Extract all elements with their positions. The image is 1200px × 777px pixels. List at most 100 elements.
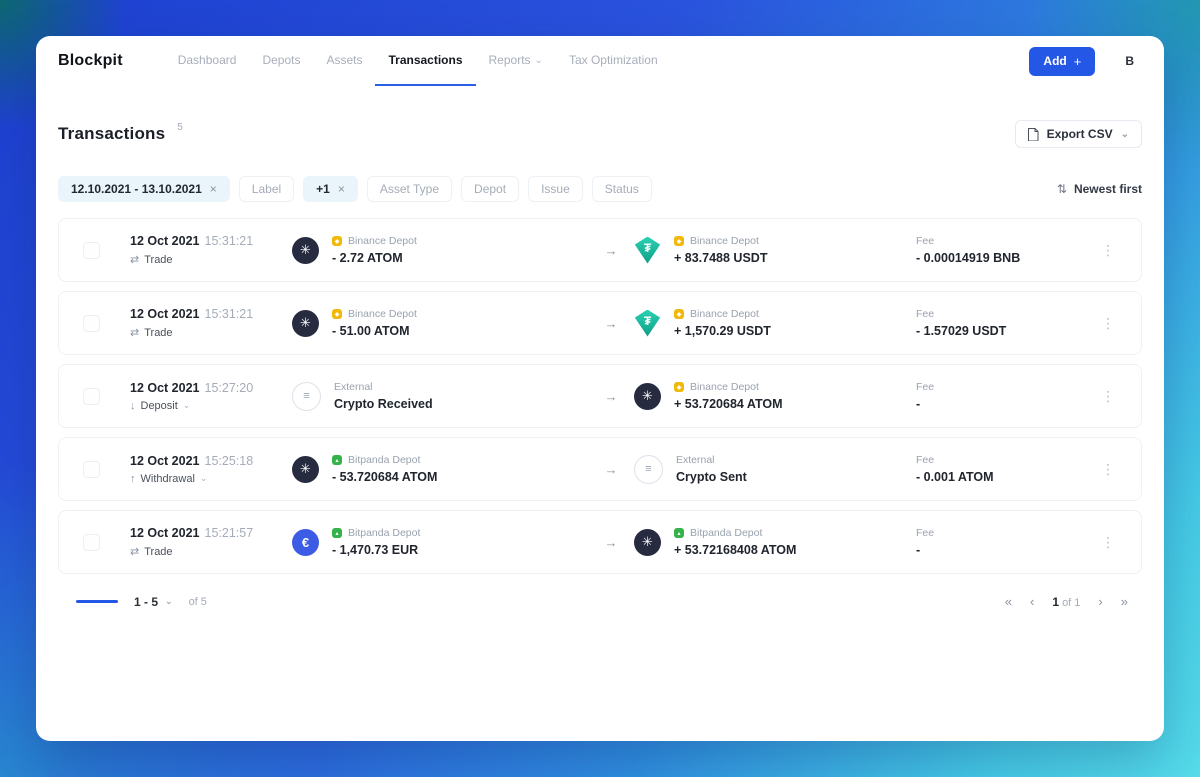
destination-amount: + 83.7488 USDT bbox=[674, 251, 767, 265]
transaction-type-label[interactable]: ⇄ Trade bbox=[130, 253, 292, 266]
filter-chip-plus-one[interactable]: +1× bbox=[303, 176, 358, 202]
transaction-type-label[interactable]: ⇄Trade bbox=[130, 326, 292, 339]
kebab-menu-icon[interactable]: ⋮ bbox=[1099, 238, 1117, 263]
fee-column: Fee - 0.00014919 BNB bbox=[916, 235, 1099, 265]
row-checkbox[interactable] bbox=[83, 461, 100, 478]
source-depot-icon bbox=[332, 236, 342, 246]
fee-value: - 0.001 ATOM bbox=[916, 470, 1099, 484]
chip-label: 12.10.2021 - 13.10.2021 bbox=[71, 182, 202, 196]
desktop-background: { "colors":{"accent":"#2457e6","active_c… bbox=[0, 0, 1200, 777]
kebab-menu-icon[interactable]: ⋮ bbox=[1099, 530, 1117, 555]
transaction-date: 12 Oct 2021 bbox=[130, 381, 200, 395]
title-row: Transactions 5 Export CSV ⌄ bbox=[58, 120, 1142, 148]
sort-button[interactable]: ⇅Newest first bbox=[1057, 182, 1142, 196]
filter-chip-depot[interactable]: Depot bbox=[461, 176, 519, 202]
transaction-type-icon: ↑ bbox=[130, 473, 136, 485]
last-page-button[interactable]: » bbox=[1121, 594, 1128, 609]
destination-depot-name: Binance Depot bbox=[690, 235, 759, 247]
transaction-type-text: Trade bbox=[144, 546, 172, 558]
page-of-label: of 1 bbox=[1062, 597, 1080, 609]
next-page-button[interactable]: › bbox=[1098, 594, 1102, 609]
page-range-label: 1 - 5 bbox=[134, 595, 158, 609]
nav-item-depots[interactable]: Depots bbox=[249, 36, 313, 86]
fee-column: Fee - 0.001 ATOM bbox=[916, 454, 1099, 484]
chip-label: Depot bbox=[474, 182, 506, 196]
row-checkbox[interactable] bbox=[83, 242, 100, 259]
fee-column: Fee - 1.57029 USDT bbox=[916, 308, 1099, 338]
nav-item-transactions[interactable]: Transactions bbox=[375, 36, 475, 86]
transaction-type-label[interactable]: ↓Deposit⌄ bbox=[130, 400, 292, 412]
destination-amount: Crypto Sent bbox=[676, 470, 747, 484]
transaction-row[interactable]: 12 Oct 2021 15:21:57 ⇄Trade € Bitpanda De… bbox=[58, 510, 1142, 574]
add-button-label: Add bbox=[1043, 54, 1066, 68]
date-column: 12 Oct 202115:31:21 ⇄Trade bbox=[130, 307, 292, 339]
source-amount: Crypto Received bbox=[334, 397, 433, 411]
source-depot-name: Binance Depot bbox=[348, 235, 417, 247]
transaction-row[interactable]: 12 Oct 202115:31:21 ⇄Trade ✳ Binance Dep… bbox=[58, 291, 1142, 355]
page-title: Transactions bbox=[58, 124, 165, 144]
kebab-menu-icon[interactable]: ⋮ bbox=[1099, 457, 1117, 482]
nav-label: Tax Optimization bbox=[569, 53, 658, 67]
nav-item-assets[interactable]: Assets bbox=[313, 36, 375, 86]
transaction-date: 12 Oct 2021 bbox=[130, 307, 200, 321]
page-size-dropdown[interactable]: 1 - 5 ⌄ bbox=[134, 595, 173, 609]
filter-chip-date-range[interactable]: 12.10.2021 - 13.10.2021 × bbox=[58, 176, 230, 202]
kebab-menu-icon[interactable]: ⋮ bbox=[1099, 311, 1117, 336]
kebab-menu-icon[interactable]: ⋮ bbox=[1099, 384, 1117, 409]
app-window: Blockpit Dashboard Depots Assets Transac… bbox=[36, 36, 1164, 741]
row-checkbox[interactable] bbox=[83, 534, 100, 551]
add-button[interactable]: Add+ bbox=[1029, 47, 1095, 76]
fee-label: Fee bbox=[916, 308, 1099, 320]
chip-label: Issue bbox=[541, 182, 570, 196]
first-page-button[interactable]: « bbox=[1005, 594, 1012, 609]
transaction-row[interactable]: 12 Oct 202115:25:18 ↑Withdrawal⌄ ✳ Bitpa… bbox=[58, 437, 1142, 501]
export-csv-label: Export CSV bbox=[1047, 127, 1113, 141]
pagination-progress-bar bbox=[76, 600, 118, 603]
transaction-type-text: Trade bbox=[144, 254, 172, 266]
destination-amount: + 53.72168408 ATOM bbox=[674, 543, 796, 557]
source-column: € Bitpanda Depot - 1,470.73 EUR bbox=[292, 527, 588, 557]
transaction-type-text: Deposit bbox=[141, 400, 178, 412]
filter-chip-issue[interactable]: Issue bbox=[528, 176, 583, 202]
chevron-down-icon: ⌄ bbox=[165, 596, 173, 607]
transaction-type-label[interactable]: ↑Withdrawal⌄ bbox=[130, 473, 292, 485]
transaction-date: 12 Oct 2021 bbox=[130, 526, 200, 540]
source-amount: - 2.72 ATOM bbox=[332, 251, 417, 265]
arrow-right-icon: → bbox=[588, 389, 634, 404]
transaction-row[interactable]: 12 Oct 202115:27:20 ↓Deposit⌄ ≡ External… bbox=[58, 364, 1142, 428]
nav-label: Assets bbox=[326, 53, 362, 67]
filter-chip-label[interactable]: Label bbox=[239, 176, 294, 202]
brand-logo[interactable]: Blockpit bbox=[58, 52, 123, 70]
nav-menu: Dashboard Depots Assets Transactions Rep… bbox=[165, 36, 671, 86]
chevron-down-icon: ⌄ bbox=[1121, 129, 1129, 140]
export-csv-button[interactable]: Export CSV ⌄ bbox=[1015, 120, 1142, 148]
current-page: 1 bbox=[1052, 595, 1059, 609]
top-nav: Blockpit Dashboard Depots Assets Transac… bbox=[36, 36, 1164, 86]
filter-chip-asset-type[interactable]: Asset Type bbox=[367, 176, 452, 202]
close-icon[interactable]: × bbox=[338, 182, 345, 196]
source-asset-icon: € bbox=[292, 529, 319, 556]
transaction-type-label[interactable]: ⇄Trade bbox=[130, 545, 292, 558]
row-checkbox[interactable] bbox=[83, 315, 100, 332]
fee-value: - 0.00014919 BNB bbox=[916, 251, 1099, 265]
chip-label: Asset Type bbox=[380, 182, 439, 196]
user-avatar[interactable]: B bbox=[1125, 54, 1134, 68]
filter-bar: 12.10.2021 - 13.10.2021 × Label +1× Asset… bbox=[58, 176, 1142, 202]
source-asset-icon: ≡ bbox=[292, 382, 321, 411]
asset-glyph: ≡ bbox=[645, 463, 651, 475]
file-icon bbox=[1028, 128, 1039, 141]
transaction-type-icon: ⇄ bbox=[130, 253, 139, 266]
destination-column: ₮ Binance Depot + 83.7488 USDT bbox=[634, 235, 916, 265]
close-icon[interactable]: × bbox=[210, 182, 217, 196]
destination-depot-name: Binance Depot bbox=[690, 381, 759, 393]
transaction-row[interactable]: 12 Oct 202115:31:21 ⇄Trade ✳ Binance Dep… bbox=[58, 218, 1142, 282]
row-checkbox[interactable] bbox=[83, 388, 100, 405]
filter-chip-status[interactable]: Status bbox=[592, 176, 652, 202]
prev-page-button[interactable]: ‹ bbox=[1030, 594, 1034, 609]
nav-item-tax-optimization[interactable]: Tax Optimization bbox=[556, 36, 671, 86]
transaction-time: 15:21:57 bbox=[205, 526, 254, 540]
nav-item-dashboard[interactable]: Dashboard bbox=[165, 36, 250, 86]
nav-item-reports[interactable]: Reports⌄ bbox=[476, 36, 556, 86]
source-depot-icon bbox=[332, 309, 342, 319]
destination-asset-icon: ₮ bbox=[634, 310, 661, 337]
